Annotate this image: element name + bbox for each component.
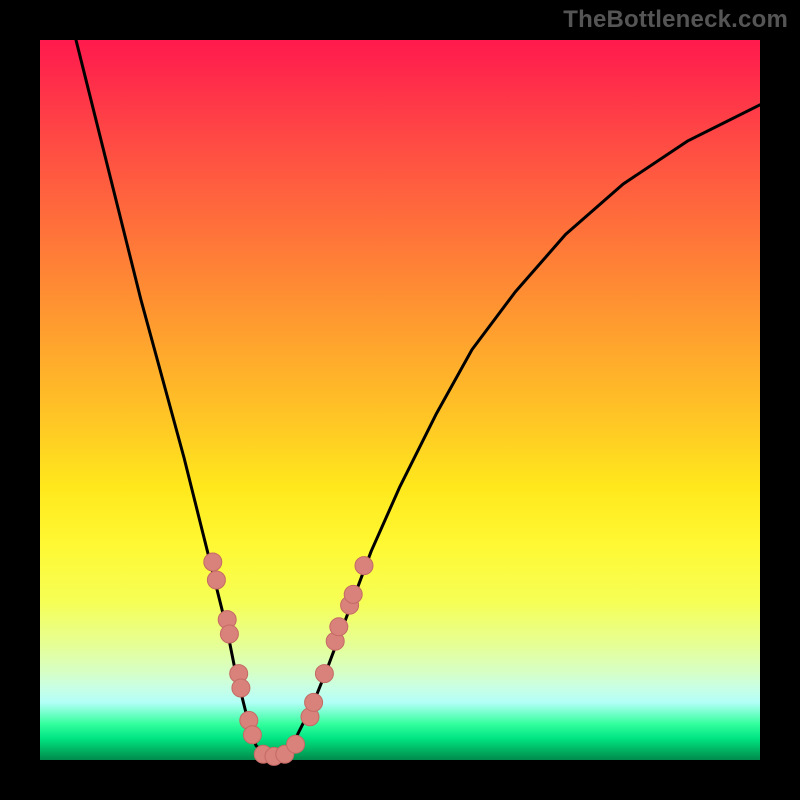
data-marker (287, 735, 305, 753)
data-marker (355, 557, 373, 575)
data-marker (207, 571, 225, 589)
chart-svg (40, 40, 760, 760)
chart-frame: TheBottleneck.com (0, 0, 800, 800)
data-marker (220, 625, 238, 643)
attribution-label: TheBottleneck.com (563, 6, 788, 34)
data-marker (315, 665, 333, 683)
data-marker (204, 553, 222, 571)
bottleneck-curve (76, 40, 760, 760)
data-marker (330, 618, 348, 636)
plot-area (40, 40, 760, 760)
data-marker (344, 585, 362, 603)
data-marker (232, 679, 250, 697)
data-marker (305, 693, 323, 711)
data-marker (243, 726, 261, 744)
data-markers (204, 553, 373, 765)
